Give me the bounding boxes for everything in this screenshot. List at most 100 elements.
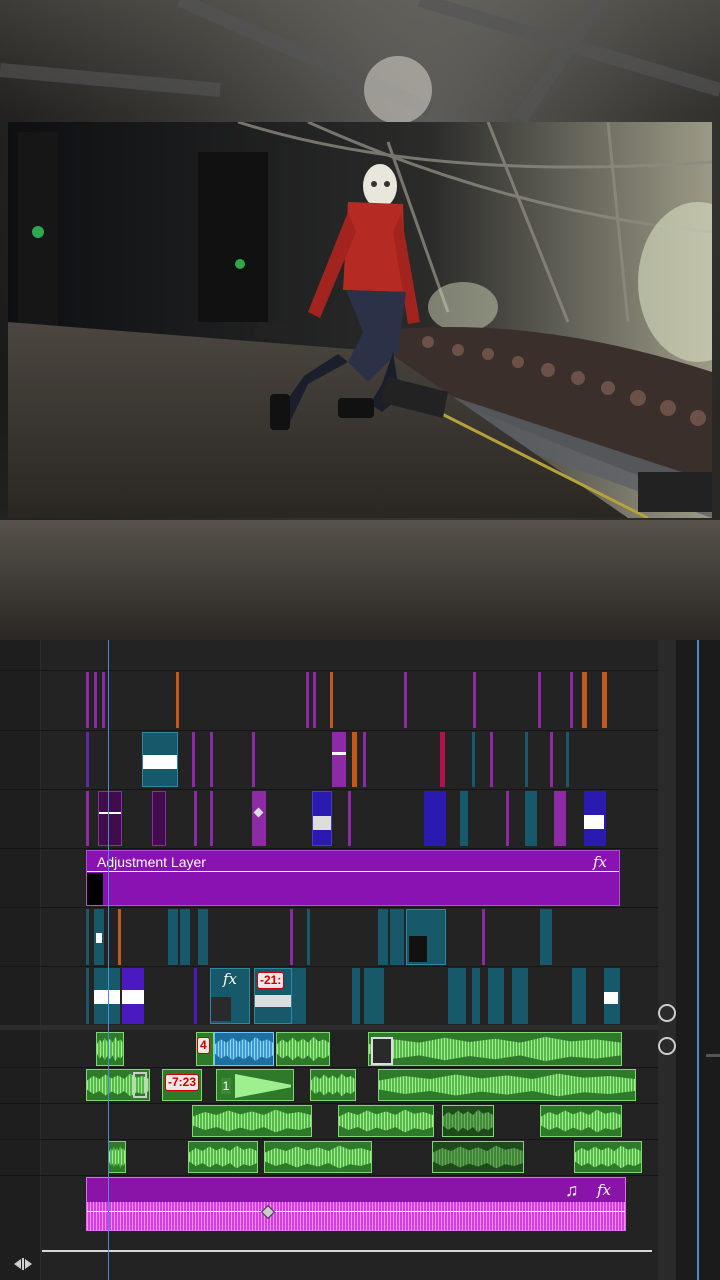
video-clip[interactable] <box>210 791 213 846</box>
video-preview[interactable] <box>0 0 720 640</box>
video-clip[interactable] <box>290 909 293 965</box>
audio-clip[interactable] <box>86 1069 150 1101</box>
video-clip[interactable] <box>142 732 178 787</box>
video-clip[interactable] <box>488 968 504 1024</box>
video-clip[interactable] <box>198 909 208 965</box>
audio-clip[interactable]: 4 <box>196 1032 214 1066</box>
vertical-scrollbar[interactable] <box>658 640 676 1280</box>
video-clip[interactable] <box>472 732 475 787</box>
audio-clip[interactable] <box>378 1069 636 1101</box>
video-clip[interactable] <box>194 791 197 846</box>
transition-icon[interactable] <box>371 1037 393 1065</box>
video-clip[interactable] <box>538 672 541 728</box>
video-clip[interactable] <box>352 732 357 787</box>
video-clip[interactable] <box>506 791 509 846</box>
video-clip[interactable] <box>118 909 121 965</box>
timeline-zoom-scrollbar[interactable] <box>42 1250 652 1252</box>
video-clip[interactable] <box>550 732 553 787</box>
video-clip[interactable] <box>460 791 468 846</box>
video-clip[interactable] <box>122 968 144 1024</box>
video-clip[interactable] <box>86 968 89 1024</box>
scroll-handle-icon[interactable] <box>658 1037 676 1055</box>
video-clip[interactable] <box>252 791 266 846</box>
video-clip[interactable] <box>86 732 89 787</box>
video-clip[interactable] <box>473 672 476 728</box>
video-clip[interactable] <box>313 672 316 728</box>
video-clip[interactable] <box>210 732 213 787</box>
video-clip[interactable] <box>194 968 197 1024</box>
audio-clip[interactable] <box>432 1141 524 1173</box>
audio-clip[interactable] <box>574 1141 642 1173</box>
video-clip[interactable] <box>348 791 351 846</box>
video-clip[interactable] <box>94 968 120 1024</box>
video-clip[interactable] <box>512 968 528 1024</box>
fx-icon[interactable]: fx <box>597 1181 611 1199</box>
audio-clip[interactable] <box>188 1141 258 1173</box>
video-clip[interactable] <box>584 791 606 846</box>
video-clip[interactable] <box>102 672 105 728</box>
video-clip[interactable]: fx <box>210 968 250 1024</box>
audio-clip[interactable] <box>96 1032 124 1066</box>
video-clip[interactable] <box>482 909 485 965</box>
scroll-handle-icon[interactable] <box>658 1004 676 1022</box>
video-audio-divider[interactable] <box>0 1025 680 1030</box>
video-clip[interactable] <box>448 968 466 1024</box>
video-clip[interactable] <box>363 732 366 787</box>
audio-clip[interactable] <box>338 1105 434 1137</box>
audio-clip[interactable]: -7:23 <box>162 1069 202 1101</box>
fx-icon[interactable]: fx <box>223 970 237 988</box>
audio-clip[interactable] <box>192 1105 312 1137</box>
video-clip[interactable] <box>86 909 89 965</box>
adjustment-layer-clip[interactable]: Adjustment Layer fx <box>86 850 620 906</box>
video-clip[interactable] <box>404 672 407 728</box>
clip-handle[interactable] <box>133 1072 147 1098</box>
video-clip[interactable] <box>86 791 89 846</box>
video-clip[interactable] <box>378 909 388 965</box>
video-clip[interactable] <box>424 791 446 846</box>
video-clip[interactable] <box>312 791 332 846</box>
audio-clip[interactable]: 1 <box>216 1069 294 1101</box>
audio-clip[interactable] <box>310 1069 356 1101</box>
video-clip[interactable] <box>192 732 195 787</box>
video-clip[interactable] <box>306 672 309 728</box>
video-clip[interactable] <box>490 732 493 787</box>
video-clip[interactable] <box>332 732 346 787</box>
playhead-line[interactable] <box>108 640 109 1280</box>
video-clip[interactable] <box>98 791 122 846</box>
zoom-fit-icon[interactable] <box>12 1256 34 1272</box>
audio-clip[interactable] <box>368 1032 622 1066</box>
video-clip[interactable] <box>352 968 360 1024</box>
video-clip[interactable] <box>94 909 104 965</box>
keyframe-icon[interactable] <box>253 807 264 818</box>
video-clip[interactable] <box>364 968 384 1024</box>
fx-icon[interactable]: fx <box>593 853 607 871</box>
video-clip[interactable] <box>94 672 97 728</box>
audio-clip[interactable] <box>276 1032 330 1066</box>
video-clip[interactable] <box>152 791 166 846</box>
video-clip[interactable] <box>540 909 552 965</box>
video-clip[interactable] <box>86 672 89 728</box>
video-clip[interactable] <box>330 672 333 728</box>
video-clip[interactable] <box>525 791 537 846</box>
video-clip[interactable] <box>570 672 573 728</box>
music-clip[interactable]: ♫ fx <box>86 1177 626 1231</box>
video-clip[interactable] <box>582 672 587 728</box>
video-clip[interactable] <box>180 909 190 965</box>
video-clip[interactable] <box>307 909 310 965</box>
video-clip[interactable] <box>292 968 306 1024</box>
video-clip[interactable] <box>472 968 480 1024</box>
video-clip[interactable] <box>566 732 569 787</box>
video-clip[interactable] <box>252 732 255 787</box>
audio-clip[interactable] <box>540 1105 622 1137</box>
video-clip[interactable] <box>390 909 404 965</box>
video-clip[interactable] <box>525 732 528 787</box>
video-clip[interactable] <box>176 672 179 728</box>
audio-clip[interactable] <box>264 1141 372 1173</box>
video-clip[interactable] <box>554 791 566 846</box>
audio-clip-selected[interactable] <box>214 1032 274 1066</box>
video-clip[interactable] <box>406 909 446 965</box>
video-clip[interactable] <box>602 672 607 728</box>
video-clip[interactable] <box>604 968 620 1024</box>
video-clip[interactable]: -21: <box>254 968 292 1024</box>
video-clip[interactable] <box>572 968 586 1024</box>
